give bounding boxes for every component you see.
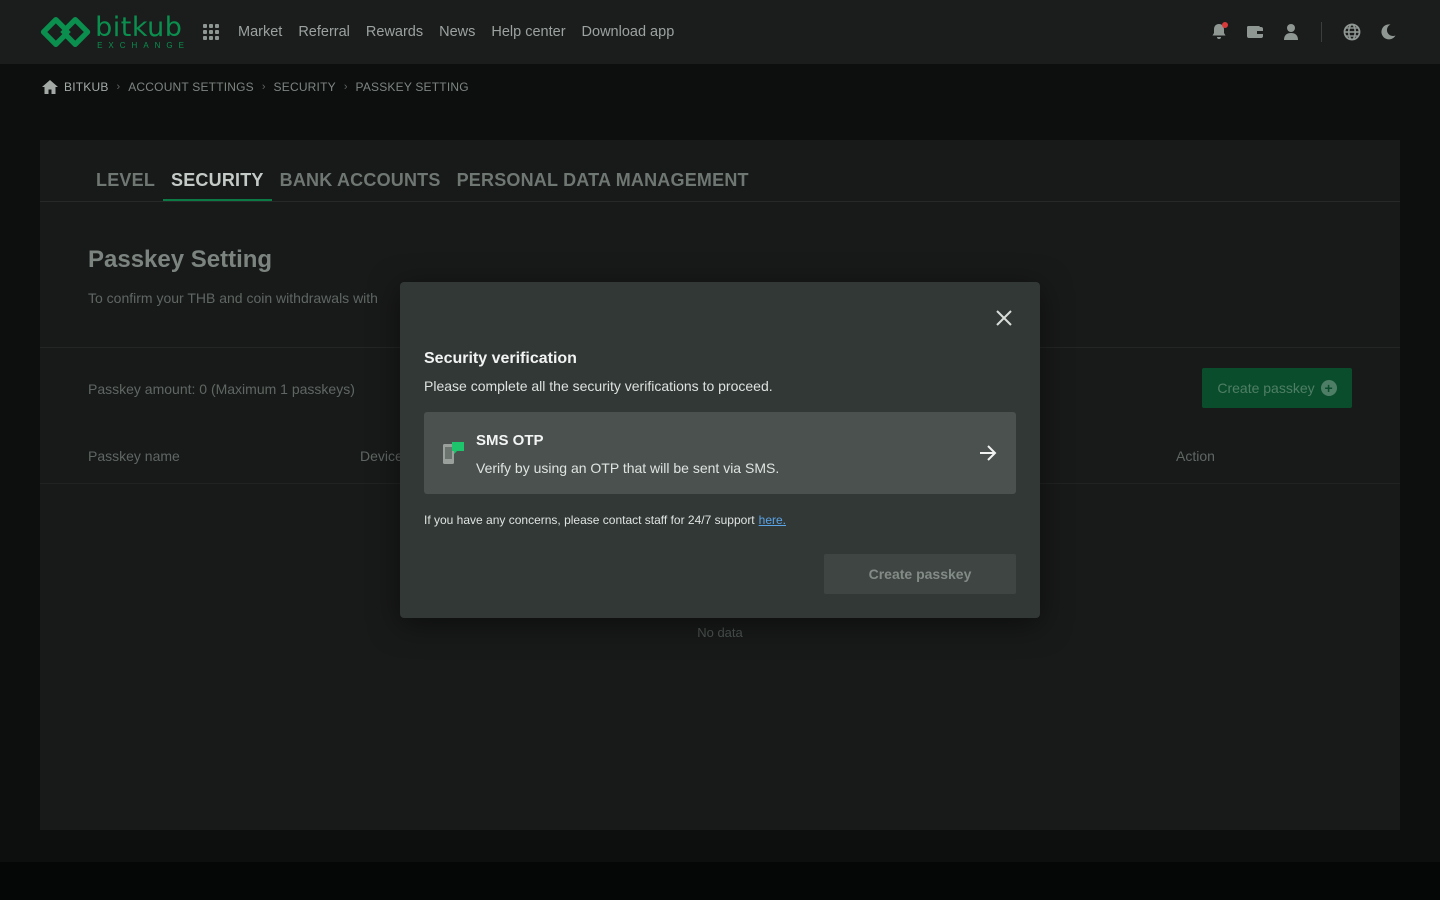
create-passkey-button[interactable]: Create passkey + (1202, 368, 1352, 408)
empty-state-text: No data (697, 625, 743, 640)
support-help-text: If you have any concerns, please contact… (424, 513, 786, 527)
column-header-passkey-name: Passkey name (88, 448, 180, 464)
breadcrumb: BITKUB › ACCOUNT SETTINGS › SECURITY › P… (42, 78, 469, 96)
main-nav: Market Referral Rewards News Help center… (238, 0, 674, 64)
plus-circle-icon: + (1320, 380, 1337, 396)
top-navigation-bar: bitkub EXCHANGE Market Referral Rewards … (0, 0, 1440, 64)
passkey-amount: Passkey amount: 0 (Maximum 1 passkeys) (88, 381, 355, 397)
breadcrumb-home[interactable]: BITKUB (42, 80, 109, 94)
security-verification-modal: Security verification Please complete al… (400, 282, 1040, 618)
home-icon (42, 80, 58, 94)
column-header-device: Device (360, 448, 403, 464)
chevron-right-icon: › (116, 81, 121, 93)
dark-mode-moon-icon[interactable] (1376, 20, 1400, 44)
logo-wordmark: bitkub (95, 12, 183, 43)
tabs-divider (40, 201, 1400, 202)
breadcrumb-item-account-settings[interactable]: ACCOUNT SETTINGS (128, 80, 254, 94)
bitkub-logo[interactable]: bitkub EXCHANGE (40, 12, 190, 52)
user-profile-icon[interactable] (1279, 20, 1303, 44)
chevron-right-icon: › (343, 81, 348, 93)
globe-language-icon[interactable] (1340, 20, 1364, 44)
option-title: SMS OTP (476, 432, 544, 449)
breadcrumb-item-security[interactable]: SECURITY (274, 80, 336, 94)
support-text: If you have any concerns, please contact… (424, 513, 755, 527)
page-title: Passkey Setting (88, 246, 273, 273)
notification-dot (1222, 22, 1228, 28)
tab-level[interactable]: LEVEL (88, 164, 163, 202)
breadcrumb-item-bitkub: BITKUB (64, 80, 109, 94)
footer-band (0, 862, 1440, 900)
breadcrumb-item-passkey-setting: PASSKEY SETTING (355, 80, 469, 94)
logo-subtitle: EXCHANGE (97, 41, 190, 50)
wallet-icon[interactable] (1243, 20, 1267, 44)
option-description: Verify by using an OTP that will be sent… (476, 460, 780, 476)
nav-news[interactable]: News (439, 24, 475, 40)
nav-rewards[interactable]: Rewards (366, 24, 423, 40)
page-description: To confirm your THB and coin withdrawals… (88, 290, 378, 306)
nav-help-center[interactable]: Help center (491, 24, 565, 40)
create-passkey-label: Create passkey (1217, 380, 1315, 396)
modal-description: Please complete all the security verific… (424, 378, 773, 394)
nav-market[interactable]: Market (238, 24, 282, 40)
logo-text: bitkub EXCHANGE (95, 14, 190, 50)
nav-download-app[interactable]: Download app (582, 24, 675, 40)
nav-referral[interactable]: Referral (298, 24, 350, 40)
close-icon[interactable] (994, 308, 1014, 328)
arrow-right-icon (980, 445, 997, 461)
apps-grid-icon[interactable] (203, 24, 219, 40)
top-right-icons (1195, 20, 1400, 44)
tab-personal-data-management[interactable]: PERSONAL DATA MANAGEMENT (449, 164, 757, 202)
modal-create-passkey-button[interactable]: Create passkey (824, 554, 1016, 594)
phone-message-icon (443, 442, 464, 464)
tab-bank-accounts[interactable]: BANK ACCOUNTS (272, 164, 449, 202)
divider (1321, 22, 1322, 42)
modal-title: Security verification (424, 350, 577, 367)
sms-otp-option[interactable]: SMS OTP Verify by using an OTP that will… (424, 412, 1016, 494)
tab-security[interactable]: SECURITY (163, 164, 272, 202)
notification-bell-icon[interactable] (1207, 20, 1231, 44)
column-header-action: Action (1176, 448, 1215, 464)
settings-tabs: LEVEL SECURITY BANK ACCOUNTS PERSONAL DA… (88, 164, 757, 202)
support-link[interactable]: here. (759, 513, 786, 527)
chevron-right-icon: › (261, 81, 266, 93)
bitkub-logo-icon (40, 17, 91, 47)
